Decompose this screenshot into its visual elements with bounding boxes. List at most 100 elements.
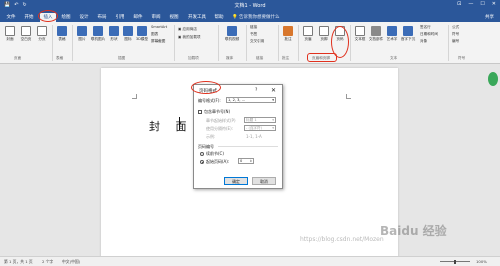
link-button[interactable]: 链接 (250, 25, 257, 30)
3d-model-icon (137, 26, 147, 36)
3d-models-button[interactable]: 3D模型 (134, 26, 150, 41)
group-separator (278, 25, 279, 61)
blank-page-button[interactable]: 空白页 (18, 26, 34, 41)
tab-help[interactable]: 帮助 (212, 13, 226, 22)
watermark-url: https://blog.csdn.net/Mozen (300, 236, 384, 243)
close-button[interactable]: ✕ (492, 1, 496, 7)
chapter-style-label: 章节起始样式(P) (206, 118, 236, 123)
text-box-button[interactable]: 文本框 (352, 26, 368, 41)
zoom-slider-thumb[interactable] (454, 259, 456, 264)
start-at-radio[interactable] (200, 160, 204, 164)
tab-references[interactable]: 引用 (113, 13, 127, 22)
pictures-button[interactable]: 图片 (74, 26, 90, 41)
video-icon (227, 26, 237, 36)
start-at-input[interactable]: 0 ⇕ (238, 158, 254, 164)
object-button[interactable]: 对象 (420, 39, 427, 44)
group-separator (174, 25, 175, 61)
cross-reference-button[interactable]: 交叉引用 (250, 39, 264, 44)
tab-design[interactable]: 设计 (77, 13, 91, 22)
group-label-addins: 加载项 (188, 56, 199, 60)
continue-radio[interactable] (200, 152, 204, 156)
quick-parts-button[interactable]: 文档部件 (368, 26, 384, 41)
group-separator (218, 25, 219, 61)
online-pictures-button[interactable]: 联机图片 (90, 26, 106, 41)
table-button[interactable]: 表格 (54, 26, 70, 41)
smartart-button[interactable]: SmartArt (151, 25, 167, 30)
minimize-button[interactable]: — (468, 1, 473, 7)
signature-line-button[interactable]: 签名行 (420, 25, 431, 30)
tell-me-box[interactable]: 💡 告诉我你想要做什么 (232, 13, 280, 22)
group-label-media: 媒体 (226, 56, 234, 60)
ribbon-display-icon[interactable]: ⊡ (457, 1, 461, 7)
page-count-status[interactable]: 第 1 页，共 1 页 (4, 259, 33, 265)
tab-developer[interactable]: 开发工具 (186, 13, 208, 22)
margin-corner-mark (132, 94, 137, 99)
share-button[interactable]: 共享 (485, 13, 494, 22)
drop-cap-icon (403, 26, 413, 36)
online-video-button[interactable]: 联机视频 (222, 26, 242, 41)
page-break-icon (37, 26, 47, 36)
number-format-select[interactable]: 1, 2, 3, ... ▾ (226, 97, 276, 103)
group-label-text: 文本 (390, 56, 398, 60)
floating-assistant-icon[interactable] (488, 72, 498, 86)
screenshot-button[interactable]: 屏幕截图 (151, 39, 165, 44)
wordart-button[interactable]: 艺术字 (384, 26, 400, 41)
dialog-close-button[interactable]: ✕ (271, 87, 276, 94)
help-button[interactable]: ? (255, 88, 257, 93)
group-separator (298, 25, 299, 61)
highlight-circle-insert-tab (38, 10, 58, 22)
chevron-down-icon: ▾ (272, 118, 274, 122)
chart-button[interactable]: 图表 (151, 32, 158, 37)
drop-cap-button[interactable]: 首字下沉 (400, 26, 416, 41)
word-count-status[interactable]: 2 个字 (42, 259, 53, 265)
tab-draw[interactable]: 绘图 (59, 13, 73, 22)
bookmark-button[interactable]: 书签 (250, 32, 257, 37)
example-value: 1-1, 1-A (246, 134, 262, 139)
header-icon (303, 26, 313, 36)
include-chapter-checkbox[interactable] (198, 110, 202, 114)
tab-view[interactable]: 视图 (167, 13, 181, 22)
equation-button[interactable]: 公式 (452, 25, 459, 30)
tab-file[interactable]: 文件 (4, 13, 18, 22)
cover-text: 封 面 (149, 120, 193, 133)
tab-home[interactable]: 开始 (22, 13, 36, 22)
lightbulb-icon: 💡 (232, 15, 240, 20)
ok-button[interactable]: 确定 (224, 177, 248, 185)
text-box-icon (355, 26, 365, 36)
date-time-button[interactable]: 日期和时间 (420, 32, 438, 37)
blank-page-icon (21, 26, 31, 36)
footer-button[interactable]: 页脚 (316, 26, 332, 41)
cover-page-icon (5, 26, 15, 36)
my-addins-button[interactable]: ▣ 我的加载项 (178, 35, 201, 40)
numbering-section-heading: 页码编号 (198, 144, 214, 149)
store-button[interactable]: ▣ 应用商店 (178, 27, 197, 32)
spin-arrows-icon[interactable]: ⇕ (249, 159, 252, 164)
table-icon (57, 26, 67, 36)
shapes-icon (109, 26, 119, 36)
symbol-button[interactable]: 符号 (452, 32, 459, 37)
tab-mailings[interactable]: 邮件 (131, 13, 145, 22)
ribbon-tabs: 文件 开始 插入 绘图 设计 布局 引用 邮件 审阅 视图 开发工具 帮助 💡 … (0, 10, 500, 22)
maximize-button[interactable]: ☐ (480, 1, 484, 7)
footer-icon (319, 26, 329, 36)
chapter-style-select[interactable]: 标题 1 ▾ (244, 117, 276, 123)
cover-page-button[interactable]: 封面 (2, 26, 18, 41)
header-button[interactable]: 页眉 (300, 26, 316, 41)
group-separator (72, 25, 73, 61)
numbering-button[interactable]: 编号 (452, 39, 459, 44)
start-at-label: 起始页码(A): (206, 159, 230, 164)
number-format-label: 编号格式(F): (198, 98, 221, 103)
group-separator (52, 25, 53, 61)
title-bar: 💾 ↶ ↻ 文档1 - Word ⊡ — ☐ ✕ (0, 0, 500, 10)
zoom-level[interactable]: 100% (476, 259, 487, 264)
page-break-button[interactable]: 分页 (34, 26, 50, 41)
cancel-button[interactable]: 取消 (252, 177, 276, 185)
quick-parts-icon (371, 26, 381, 36)
wordart-icon (387, 26, 397, 36)
language-status[interactable]: 中文(中国) (62, 259, 80, 265)
tab-review[interactable]: 审阅 (149, 13, 163, 22)
ribbon: 封面 空白页 分页 页面 表格 表格 图片 联机图片 形状 图标 3D模型 Sm… (0, 22, 500, 64)
tab-layout[interactable]: 布局 (95, 13, 109, 22)
comment-button[interactable]: 批注 (280, 26, 296, 41)
separator-select[interactable]: - (连字符) ▾ (244, 125, 276, 131)
